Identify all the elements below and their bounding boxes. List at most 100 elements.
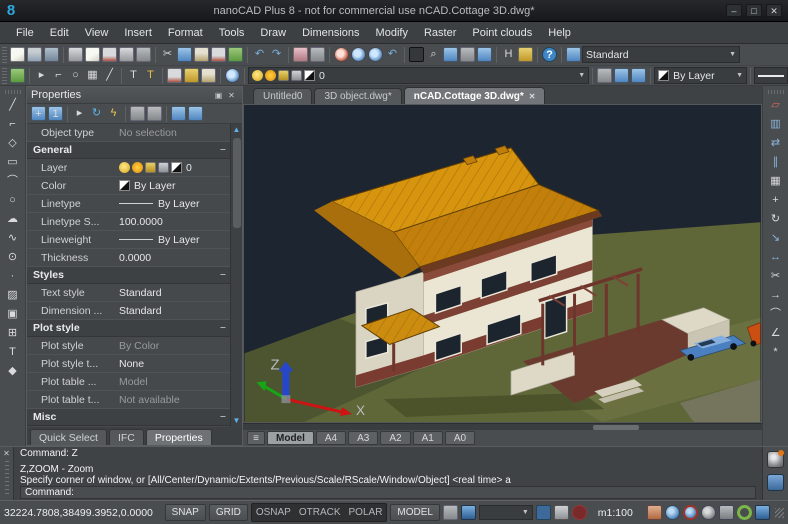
paste-properties-icon[interactable] [147, 106, 162, 121]
style-icon[interactable] [566, 47, 581, 62]
close-button[interactable]: ✕ [766, 4, 782, 17]
panel-grip[interactable] [5, 461, 9, 497]
arc-icon[interactable]: ⌒ [5, 174, 20, 189]
dimension-h-icon[interactable]: H [501, 47, 516, 62]
text-icon[interactable]: T [5, 345, 20, 360]
trim-icon[interactable]: ✂ [768, 269, 783, 284]
selection-cursor-icon[interactable] [536, 505, 551, 520]
property-value[interactable]: 0 [119, 162, 242, 174]
ifc-panel-icon[interactable] [171, 106, 186, 121]
property-value[interactable]: By Color [119, 340, 242, 352]
chevron-down-icon[interactable]: ▼ [574, 72, 585, 79]
property-value[interactable]: By Layer [119, 234, 242, 246]
section-misc[interactable]: Misc − [27, 409, 242, 426]
property-value[interactable]: Standard [119, 287, 242, 299]
plot-settings-icon[interactable] [119, 47, 134, 62]
lock-icon[interactable] [554, 505, 569, 520]
layer-properties-icon[interactable] [184, 68, 199, 83]
properties-header[interactable]: Properties ▣ ✕ [27, 87, 242, 104]
close-tab-icon[interactable]: ✕ [529, 89, 536, 104]
stretch-icon[interactable]: ↔ [768, 250, 783, 265]
menu-tools[interactable]: Tools [211, 24, 253, 42]
refresh-icon[interactable]: ↻ [89, 106, 104, 121]
layer-visibility-bulb-icon[interactable] [252, 70, 263, 81]
property-value[interactable]: Model [119, 376, 242, 388]
menu-view[interactable]: View [77, 24, 117, 42]
layer-visibility-bulb-icon[interactable] [119, 162, 130, 173]
zoom-window-icon[interactable] [368, 47, 383, 62]
screen-area-icon[interactable] [460, 47, 475, 62]
properties-palette-icon[interactable] [409, 47, 424, 62]
help-icon[interactable]: ? [542, 47, 557, 62]
layer-isolate-icon[interactable] [614, 68, 629, 83]
publish-icon[interactable] [136, 47, 151, 62]
scroll-down-icon[interactable]: ▼ [231, 415, 243, 427]
osnap-toggle[interactable]: OSNAP [256, 507, 291, 518]
menu-dimensions[interactable]: Dimensions [294, 24, 367, 42]
menu-edit[interactable]: Edit [42, 24, 77, 42]
doc-tab-3d-object[interactable]: 3D object.dwg* [314, 88, 401, 104]
tab-ifc[interactable]: IFC [109, 429, 144, 445]
orbit-active-icon[interactable] [683, 505, 698, 520]
ellipse-icon[interactable]: ⊙ [5, 250, 20, 265]
otrack-toggle[interactable]: OTRACK [299, 507, 341, 518]
toolbar-grip[interactable] [2, 68, 7, 84]
polygon-icon[interactable]: ◇ [5, 136, 20, 151]
spline-icon[interactable]: ∿ [5, 231, 20, 246]
layer-combo[interactable]: 0 ▼ [248, 67, 589, 84]
status-ring-icon[interactable] [737, 505, 752, 520]
rectangle-icon[interactable]: ▭ [5, 155, 20, 170]
open-file-icon[interactable] [27, 47, 42, 62]
polyline-icon[interactable]: ⌐ [5, 117, 20, 132]
collapse-icon[interactable]: − [220, 411, 226, 423]
hatch-icon[interactable]: ▨ [5, 288, 20, 303]
print-icon[interactable] [68, 47, 83, 62]
sheet-tab-a4[interactable]: A4 [316, 431, 346, 445]
menu-file[interactable]: File [8, 24, 42, 42]
undo-icon[interactable]: ↶ [252, 47, 267, 62]
block-icon[interactable]: ◆ [5, 364, 20, 379]
collapse-icon[interactable]: − [220, 322, 226, 334]
select-grid-icon[interactable]: ▦ [85, 68, 100, 83]
toolbar-grip[interactable] [768, 90, 784, 94]
menu-draw[interactable]: Draw [252, 24, 294, 42]
new-file-icon[interactable] [10, 47, 25, 62]
array-icon[interactable]: ▦ [768, 174, 783, 189]
polar-toggle[interactable]: POLAR [349, 507, 383, 518]
plot-icon[interactable] [102, 47, 117, 62]
layer-off-icon[interactable] [631, 68, 646, 83]
paste-special-icon[interactable] [211, 47, 226, 62]
lineweight-combo[interactable] [754, 67, 788, 84]
circle-icon[interactable]: ○ [5, 193, 20, 208]
menu-insert[interactable]: Insert [116, 24, 160, 42]
close-panel-icon[interactable]: ✕ [3, 449, 10, 458]
visual-style-combo[interactable]: ▼ [479, 505, 533, 520]
drawing-canvas[interactable]: Z X [243, 104, 762, 423]
revision-cloud-icon[interactable]: ☁ [5, 212, 20, 227]
cut-icon[interactable]: ✂ [160, 47, 175, 62]
format-painter-icon[interactable] [228, 47, 243, 62]
sheet-menu-icon[interactable]: ≡ [247, 431, 265, 445]
fillet-icon[interactable]: ⌒ [768, 307, 783, 322]
copy-object-icon[interactable]: ▥ [768, 117, 783, 132]
property-value[interactable]: 0.0000 [119, 252, 242, 264]
select-cursor-icon[interactable]: ▸ [34, 68, 49, 83]
calculator-icon[interactable] [477, 47, 492, 62]
style-combo[interactable]: Standard ▼ [582, 46, 740, 63]
minimize-button[interactable]: – [726, 4, 742, 17]
assistant-icon[interactable] [767, 451, 784, 468]
collapse-icon[interactable]: − [220, 269, 226, 281]
rotate-icon[interactable]: ↻ [768, 212, 783, 227]
layer-plot-icon[interactable] [291, 70, 302, 81]
pin-icon[interactable]: ▣ [212, 89, 225, 102]
doc-tab-untitled0[interactable]: Untitled0 [253, 88, 312, 104]
sketch-icon[interactable] [518, 47, 533, 62]
sheet-tab-a1[interactable]: A1 [413, 431, 443, 445]
property-value[interactable]: Standard [119, 305, 242, 317]
scale-readout[interactable]: m1:100 [590, 507, 641, 519]
menu-raster[interactable]: Raster [416, 24, 464, 42]
notifications-icon[interactable] [719, 505, 734, 520]
properties-scrollbar[interactable]: ▲ ▼ [230, 124, 242, 427]
zoom-dynamic-icon[interactable] [351, 47, 366, 62]
offset-icon[interactable]: ∥ [768, 155, 783, 170]
